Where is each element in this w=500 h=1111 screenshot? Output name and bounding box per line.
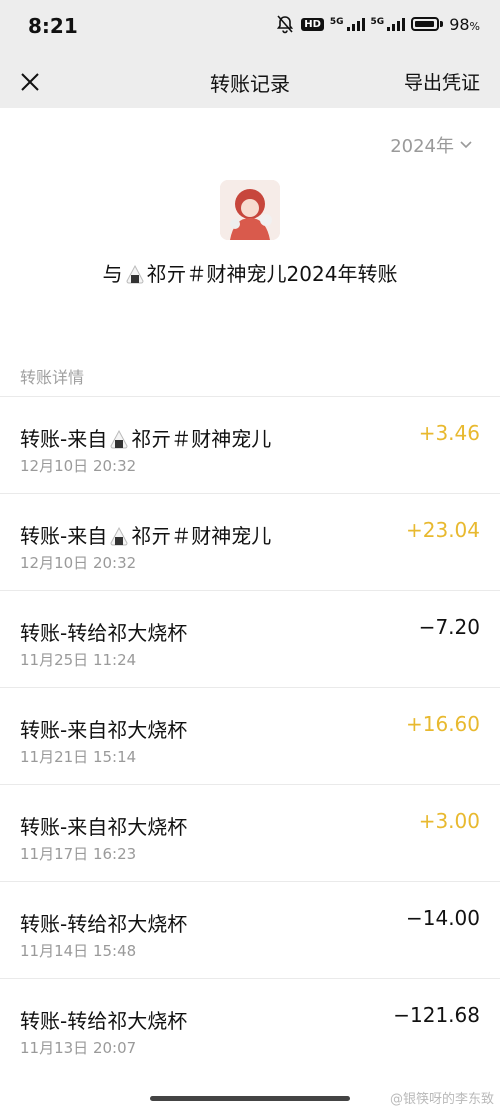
transaction-amount: +3.00 [418, 809, 480, 833]
transaction-row[interactable]: 转账-转给祁大烧杯 11月13日 20:07 −121.68 [0, 978, 500, 1075]
avatar-image [220, 180, 280, 240]
signal-icon-2: 5G [371, 17, 406, 31]
year-value: 2024年 [390, 136, 454, 157]
transaction-amount: −14.00 [405, 906, 480, 930]
transaction-row[interactable]: 转账-转给祁大烧杯 11月25日 11:24 −7.20 [0, 590, 500, 687]
transaction-title: 转账-来自 祁亓＃财神宠儿 [20, 524, 272, 548]
watermark: @银筷呀的李东致 [389, 1092, 494, 1107]
transaction-date: 11月14日 15:48 [20, 942, 137, 960]
transaction-title: 转账-来自 祁亓＃财神宠儿 [20, 427, 272, 451]
transaction-amount: +16.60 [405, 712, 480, 736]
transaction-row[interactable]: 转账-转给祁大烧杯 11月14日 15:48 −14.00 [0, 881, 500, 978]
transaction-row[interactable]: 转账-来自 祁亓＃财神宠儿 12月10日 20:32 +3.46 [0, 396, 500, 493]
transaction-amount: +23.04 [405, 518, 480, 542]
transaction-title: 转账-转给祁大烧杯 [20, 912, 188, 936]
transaction-title: 转账-来自祁大烧杯 [20, 718, 188, 742]
transaction-title: 转账-转给祁大烧杯 [20, 621, 188, 645]
section-label: 转账详情 [20, 368, 85, 387]
signal-icon: 5G [330, 17, 365, 31]
status-icons: HD 5G 5G 98% [275, 14, 480, 34]
rice-ball-icon [110, 429, 128, 449]
battery-icon [411, 17, 440, 31]
nav-bar: 转账记录 导出凭证 [0, 56, 500, 108]
year-selector[interactable]: 2024年 [390, 132, 472, 158]
chevron-down-icon [460, 141, 472, 149]
transaction-list: 转账-来自 祁亓＃财神宠儿 12月10日 20:32 +3.46 转账-来自 祁亓＃… [0, 396, 500, 1075]
battery-percent: 98% [449, 14, 480, 34]
mute-bell-icon [277, 15, 294, 34]
rice-ball-icon [126, 264, 144, 284]
transaction-date: 11月21日 15:14 [20, 748, 137, 766]
transaction-date: 11月25日 11:24 [20, 651, 137, 669]
transaction-title: 转账-转给祁大烧杯 [20, 1009, 188, 1033]
transaction-date: 12月10日 20:32 [20, 457, 137, 475]
transaction-date: 11月17日 16:23 [20, 845, 137, 863]
transaction-amount: −121.68 [393, 1003, 480, 1027]
export-voucher-button[interactable]: 导出凭证 [404, 68, 480, 95]
rice-ball-icon [110, 526, 128, 546]
transaction-amount: +3.46 [418, 421, 480, 445]
transaction-row[interactable]: 转账-来自 祁亓＃财神宠儿 12月10日 20:32 +23.04 [0, 493, 500, 590]
status-bar: 8:21 HD 5G 5G 98% [0, 0, 500, 56]
transaction-row[interactable]: 转账-来自祁大烧杯 11月17日 16:23 +3.00 [0, 784, 500, 881]
transaction-date: 12月10日 20:32 [20, 554, 137, 572]
hd-badge: HD [301, 17, 324, 31]
transaction-row[interactable]: 转账-来自祁大烧杯 11月21日 15:14 +16.60 [0, 687, 500, 784]
transaction-date: 11月13日 20:07 [20, 1039, 137, 1057]
transaction-amount: −7.20 [418, 615, 480, 639]
transaction-title: 转账-来自祁大烧杯 [20, 815, 188, 839]
home-indicator[interactable] [150, 1096, 350, 1101]
transfer-header: 与 祁亓＃财神宠儿2024年转账 [102, 262, 398, 286]
status-time: 8:21 [28, 14, 78, 38]
avatar [220, 180, 280, 240]
